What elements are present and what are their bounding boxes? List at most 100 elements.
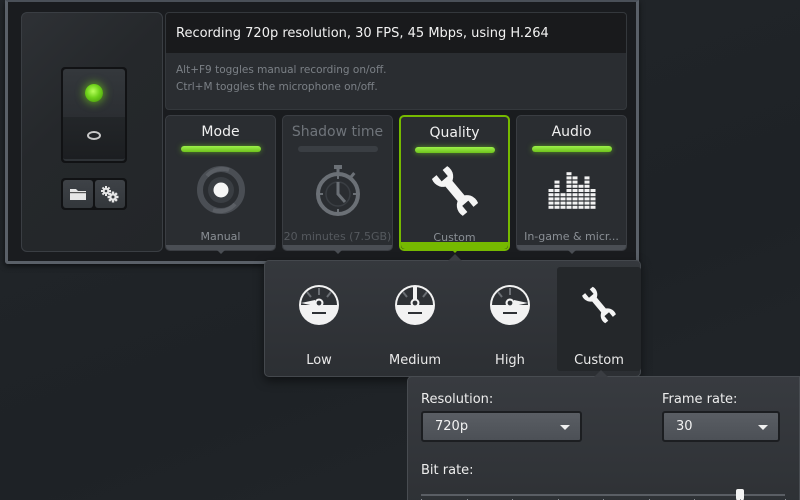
audio-equalizer-icon <box>548 172 595 209</box>
switch-off-half[interactable] <box>63 117 125 161</box>
eq-block <box>566 184 571 188</box>
eq-block <box>554 201 559 205</box>
preset-low[interactable]: Low <box>277 267 361 371</box>
eq-block <box>554 184 559 188</box>
eq-block <box>578 197 583 201</box>
tile-footer <box>283 245 392 254</box>
eq-block <box>578 193 583 197</box>
recording-status-text: Recording 720p resolution, 30 FPS, 45 Mb… <box>166 13 626 53</box>
tile-subtitle: In-game & micr... <box>524 230 619 243</box>
eq-block <box>566 193 571 197</box>
eq-block <box>578 201 583 205</box>
status-bar <box>297 146 378 152</box>
tile-quality[interactable]: Quality Custom <box>399 115 510 253</box>
recording-led-icon <box>85 84 103 102</box>
resolution-value: 720p <box>435 419 469 434</box>
eq-block <box>566 180 571 184</box>
record-control-panel <box>21 12 163 252</box>
eq-block <box>566 201 571 205</box>
eq-block <box>578 205 583 209</box>
chevron-down-icon <box>758 425 768 430</box>
status-bar <box>414 147 495 153</box>
tile-footer <box>517 245 626 254</box>
eq-block <box>554 189 559 192</box>
eq-block <box>572 176 577 180</box>
preset-label: Low <box>306 353 332 368</box>
gauge-high-icon <box>490 285 530 325</box>
eq-block <box>566 197 571 201</box>
tile-title: Mode <box>201 124 240 140</box>
eq-block <box>584 201 589 205</box>
eq-block <box>590 189 595 192</box>
eq-block <box>578 189 583 192</box>
eq-block <box>548 197 553 201</box>
record-mode-icon <box>196 166 245 214</box>
record-toggle-switch[interactable] <box>61 67 127 163</box>
eq-block <box>560 201 565 205</box>
off-ring-icon <box>87 131 101 140</box>
preset-medium[interactable]: Medium <box>373 267 457 371</box>
eq-block <box>566 172 571 176</box>
resolution-dropdown[interactable]: 720p <box>421 411 582 442</box>
tile-shadow-time[interactable]: Shadow time 20 minutes (7.5GB) <box>282 115 393 254</box>
eq-block <box>584 176 589 180</box>
eq-block <box>554 197 559 201</box>
stopwatch-icon <box>315 165 360 216</box>
tile-audio[interactable]: Audio In-game & micr... <box>516 115 627 254</box>
eq-block <box>566 205 571 209</box>
eq-block <box>590 197 595 201</box>
tile-title: Shadow time <box>291 124 384 140</box>
frame-rate-value: 30 <box>676 419 693 434</box>
eq-block <box>584 205 589 209</box>
eq-block <box>560 193 565 197</box>
preset-label: High <box>495 353 525 368</box>
tile-mode[interactable]: Mode Manual <box>165 115 276 254</box>
tile-footer <box>401 242 508 253</box>
eq-block <box>548 193 553 197</box>
hotkey-hints: Alt+F9 toggles manual recording on/off. … <box>166 53 626 105</box>
frame-rate-dropdown[interactable]: 30 <box>662 411 780 442</box>
folder-icon <box>70 189 86 200</box>
eq-block <box>572 197 577 201</box>
preset-custom[interactable]: Custom <box>557 267 641 371</box>
eq-block <box>554 205 559 209</box>
status-box: Recording 720p resolution, 30 FPS, 45 Mb… <box>165 12 627 110</box>
bit-rate-slider[interactable] <box>421 489 786 500</box>
eq-block <box>572 184 577 188</box>
eq-block <box>572 205 577 209</box>
tile-title: Quality <box>429 125 480 141</box>
eq-block <box>566 189 571 192</box>
eq-block <box>584 197 589 201</box>
eq-block <box>584 180 589 184</box>
quality-preset-popup: Low Medium High Custom <box>264 254 641 377</box>
preset-label: Custom <box>574 353 624 368</box>
tool-buttons <box>61 178 127 210</box>
eq-block <box>590 193 595 197</box>
open-folder-button[interactable] <box>63 180 93 208</box>
status-bar <box>531 146 612 152</box>
tile-subtitle: Manual <box>200 230 241 243</box>
eq-block <box>572 189 577 192</box>
tile-subtitle: 20 minutes (7.5GB) <box>283 230 392 243</box>
wrench-icon <box>582 286 616 324</box>
eq-block <box>554 180 559 184</box>
gauge-low-icon <box>299 285 339 325</box>
preset-high[interactable]: High <box>468 267 552 371</box>
bit-rate-label: Bit rate: <box>421 463 474 478</box>
tile-footer <box>166 245 275 254</box>
gauge-medium-icon <box>395 285 435 325</box>
switch-on-half[interactable] <box>63 69 125 117</box>
settings-button[interactable] <box>95 180 125 208</box>
eq-block <box>554 193 559 197</box>
eq-block <box>584 184 589 188</box>
preset-label: Medium <box>389 353 441 368</box>
eq-block <box>578 184 583 188</box>
hint-line: Alt+F9 toggles manual recording on/off. <box>176 64 387 76</box>
eq-block <box>548 201 553 205</box>
eq-block <box>560 205 565 209</box>
eq-block <box>590 205 595 209</box>
eq-block <box>590 201 595 205</box>
eq-block <box>572 193 577 197</box>
eq-block <box>548 205 553 209</box>
eq-block <box>566 176 571 180</box>
